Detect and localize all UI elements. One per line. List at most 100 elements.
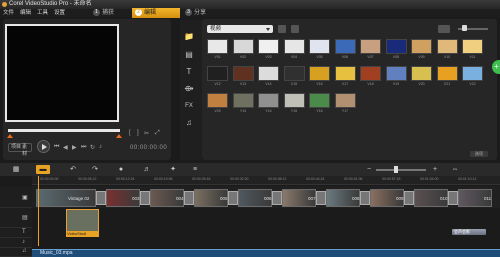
split-clip-icon[interactable]: ✂ [144,130,149,137]
record-capture-icon[interactable]: ● [114,165,128,174]
library-thumbnail[interactable] [411,66,432,81]
expand-library-button[interactable]: + [492,60,500,74]
trim-end-handle[interactable] [116,134,122,138]
voice-track-icon: ♪ [22,239,25,245]
menu-file[interactable]: 文件 [3,9,14,17]
transition-slot[interactable] [228,191,238,205]
transition-slot[interactable] [316,191,326,205]
library-thumbnail[interactable] [207,66,228,81]
library-category-dropdown[interactable]: 视频 [207,25,273,33]
audio-icon[interactable]: ♫ [183,118,195,128]
library-thumbnail[interactable] [232,39,254,54]
filter-fx-icon[interactable]: FX [183,101,195,111]
trim-start-handle[interactable] [7,134,13,138]
tab-capture[interactable]: 1 捕获 [90,8,130,18]
library-thumbnail[interactable] [411,39,432,54]
library-thumbnail[interactable] [283,93,305,108]
library-thumbnail[interactable] [207,93,228,108]
library-thumbnail[interactable] [462,66,483,81]
zoom-out-icon[interactable]: − [362,165,376,174]
timeline-zoom-slider[interactable] [376,169,426,171]
library-thumbnail-label: V12 [214,82,221,86]
library-thumbnail[interactable] [334,66,356,81]
library-thumbnail[interactable] [283,39,305,54]
library-thumbnail[interactable] [385,39,407,54]
title-text-icon[interactable]: T [183,67,195,77]
add-folder-button[interactable] [278,25,286,33]
home-icon[interactable]: ⏮ [54,144,59,151]
transition-slot[interactable] [140,191,150,205]
mark-in-icon[interactable]: [ [129,130,131,136]
transition-slot[interactable] [184,191,194,205]
play-button[interactable] [37,140,50,153]
transition-slot[interactable] [96,191,106,205]
menu-settings[interactable]: 设置 [54,9,65,17]
storyboard-view-button[interactable]: ▦ [9,165,23,174]
previous-frame-icon[interactable]: ◀ [63,144,68,151]
library-thumbnail[interactable] [360,39,381,54]
transition-slot[interactable] [272,191,282,205]
library-thumbnail-label: Y17 [341,109,349,113]
scrubber-bar[interactable] [8,129,120,132]
library-options-button[interactable]: 选项 [470,151,488,157]
transition-slot[interactable] [404,191,414,205]
library-thumbnail[interactable] [309,66,330,81]
library-thumbnail[interactable] [462,39,483,54]
library-thumbnail[interactable] [309,39,330,54]
library-thumbnail[interactable] [360,66,381,81]
timeline-zoom-knob[interactable] [394,166,398,173]
title-clip[interactable]: 会声会影 [452,229,486,235]
menu-tools[interactable]: 工具 [37,9,48,17]
project-clip-mode[interactable]: 项目 素材 [8,143,32,157]
library-thumbnail[interactable] [258,93,279,108]
library-thumbnail-label: Y15 [290,109,298,113]
undo-icon[interactable]: ↶ [66,165,80,174]
sort-view-button[interactable] [438,25,450,33]
player-timecode[interactable]: 00:00:00:00 [130,145,167,151]
movie-wizard-icon[interactable]: ✦ [166,165,180,174]
mixer-icon[interactable]: ≡ [188,165,202,174]
library-thumbnail[interactable] [232,93,254,108]
ruler-tick-label: 00:00:38:12 [268,177,287,181]
library-thumbnail[interactable] [436,66,458,81]
transition-slot[interactable] [448,191,458,205]
timeline-view-button[interactable]: ▬ [36,165,50,174]
menu-edit[interactable]: 编辑 [20,9,31,17]
redo-icon[interactable]: ↷ [88,165,102,174]
tab-edit[interactable]: 2 编辑 [132,8,180,18]
repeat-icon[interactable]: ↻ [90,144,95,151]
library-thumbnail[interactable] [258,66,279,81]
video-clip-label: 011 [484,196,492,201]
transition-slot[interactable] [360,191,370,205]
thumbnail-size-knob[interactable] [462,25,467,31]
library-thumbnail[interactable] [385,66,407,81]
library-thumbnail-label: V23 [214,109,221,113]
timeline-playhead[interactable] [38,176,39,246]
enlarge-preview-icon[interactable]: ⤢ [155,130,160,137]
import-media-button[interactable] [291,25,299,33]
next-frame-icon[interactable]: ▶ [72,144,77,151]
preview-screen [5,24,119,122]
library-thumbnail[interactable] [309,93,330,108]
tab-share[interactable]: 3 分享 [182,8,222,18]
library-thumbnail[interactable] [436,39,458,54]
library-thumbnail[interactable] [334,39,356,54]
instant-project-icon[interactable]: ▤ [183,50,195,60]
library-thumbnail[interactable] [207,39,228,54]
library-thumbnail[interactable] [334,93,356,108]
library-thumbnail[interactable] [232,66,254,81]
media-folder-icon[interactable]: 📁 [183,32,195,42]
video-clip-label: 007 [308,196,316,201]
fit-project-icon[interactable]: ⇔ [448,165,462,174]
music-clip[interactable]: Music_03.mpa [32,249,500,257]
video-clip-label: 009 [396,196,404,201]
zoom-in-icon[interactable]: + [428,165,442,174]
end-icon[interactable]: ⏭ [81,144,86,151]
volume-icon[interactable]: ♪ [99,144,102,150]
library-thumbnail[interactable] [283,66,305,81]
library-thumbnail-label: V10 [443,55,451,59]
library-thumbnail[interactable] [258,39,279,54]
auto-music-icon[interactable]: ♬ [140,165,154,174]
mark-out-icon[interactable]: ] [137,130,139,136]
transition-icon[interactable]: ⟴ [183,84,195,94]
